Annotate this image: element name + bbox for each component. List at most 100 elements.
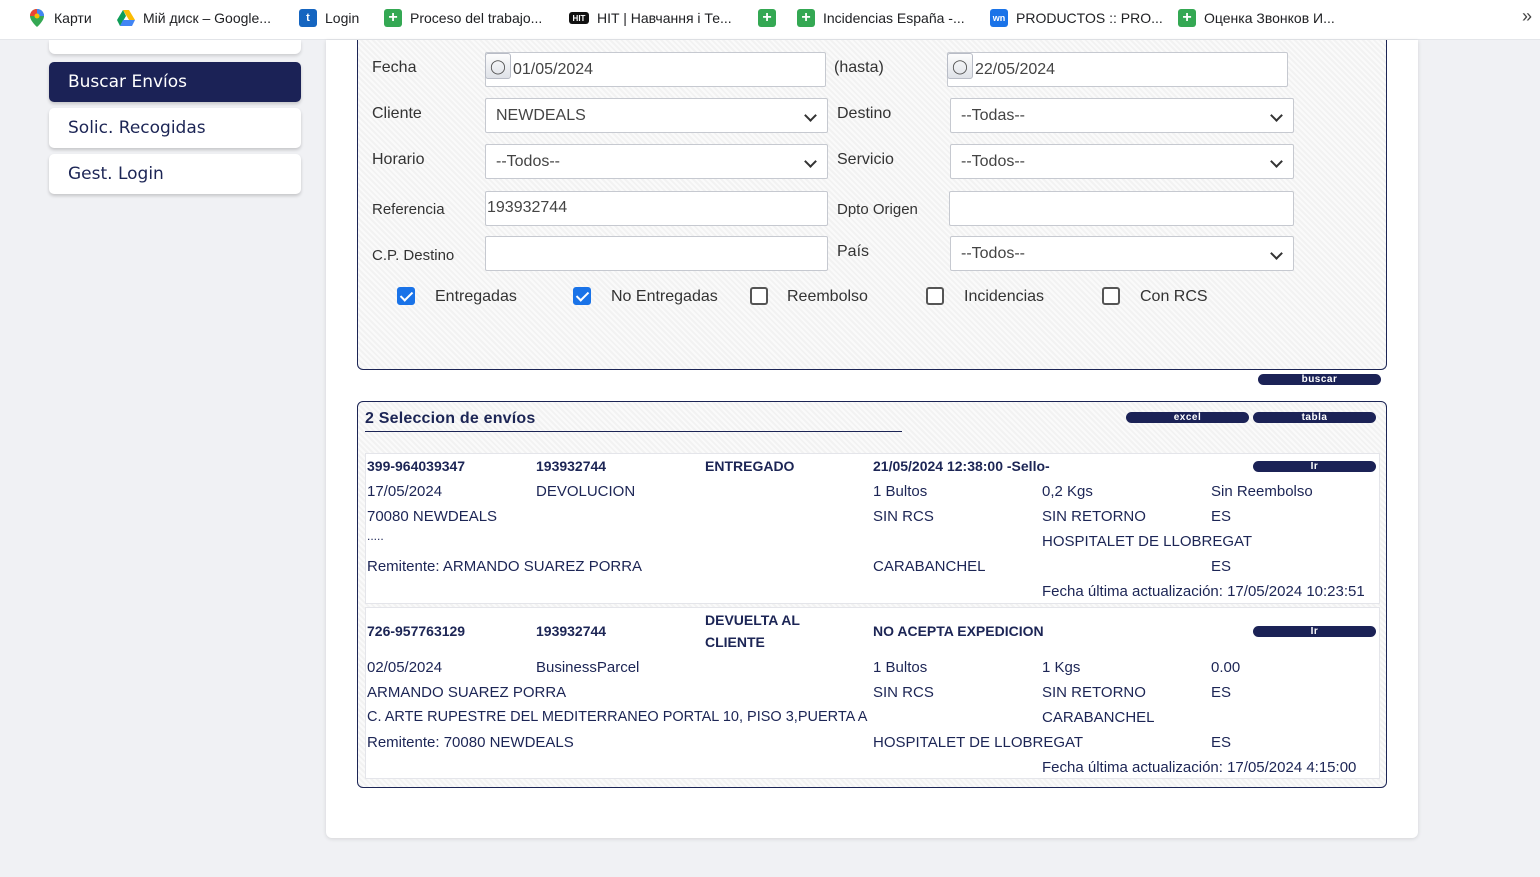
referencia-input[interactable]: 193932744	[485, 191, 828, 226]
bookmark-label: Оценка Звонков И...	[1204, 10, 1335, 26]
bookmark-label: HIT | Навчання і Те...	[597, 10, 732, 26]
fecha-to-input[interactable]: 22/05/2024	[947, 52, 1288, 87]
tabla-button[interactable]: tabla	[1253, 412, 1376, 423]
pais-value: --Todos--	[961, 244, 1026, 262]
shipment-reembolso: 0.00	[1211, 659, 1241, 676]
bookmark-proceso[interactable]: + Proceso del trabajo...	[384, 0, 542, 36]
sheets-plus-icon: +	[797, 9, 815, 27]
bookmark-login[interactable]: t Login	[299, 0, 359, 36]
shipment-referencia: 193932744	[536, 623, 607, 639]
shipment-detalle: 21/05/2024 12:38:00 -Sello-	[873, 458, 1050, 474]
shipment-estado: ENTREGADO	[705, 458, 795, 474]
bookmark-label: PRODUCTOS :: PRO...	[1016, 10, 1163, 26]
shipment-kgs: 0,2 Kgs	[1042, 483, 1093, 500]
shipment-poblacion-rem: CARABANCHEL	[873, 558, 986, 575]
entregadas-checkbox[interactable]	[397, 287, 415, 305]
shipment-retorno: SIN RETORNO	[1042, 684, 1146, 701]
bookmark-hit[interactable]: HIT HIT | Навчання і Те...	[569, 0, 732, 36]
cliente-select[interactable]: NEWDEALS	[485, 98, 828, 133]
results-title-divider	[365, 431, 902, 432]
bookmark-sheet[interactable]: +	[758, 0, 784, 36]
shipment-servicio: BusinessParcel	[536, 659, 640, 676]
sidebar-item-solic-recogidas[interactable]: Solic. Recogidas	[49, 108, 301, 148]
shipment-rcs: SIN RCS	[873, 684, 934, 701]
con-rcs-label: Con RCS	[1140, 288, 1208, 305]
reembolso-label: Reembolso	[787, 288, 868, 305]
cp-destino-input[interactable]	[485, 236, 828, 271]
shipment-poblacion-dest: CARABANCHEL	[1042, 709, 1155, 726]
bookmark-maps[interactable]: Карти	[28, 0, 92, 36]
cliente-label: Cliente	[372, 105, 422, 122]
shipment-actualizacion: Fecha última actualización: 17/05/2024 4…	[1042, 759, 1357, 776]
shipment-card	[365, 453, 1380, 604]
horario-select[interactable]: --Todos--	[485, 144, 828, 179]
excel-label: excel	[1173, 411, 1202, 423]
sidebar-item-previous[interactable]	[49, 40, 301, 54]
pais-select[interactable]: --Todos--	[950, 236, 1294, 271]
bookmark-incidencias[interactable]: + Incidencias España -...	[797, 0, 965, 36]
shipment-poblacion-dest: HOSPITALET DE LLOBREGAT	[1042, 533, 1253, 550]
sheets-plus-icon: +	[384, 9, 402, 27]
destino-label: Destino	[837, 105, 892, 122]
referencia-label: Referencia	[372, 201, 445, 218]
servicio-value: --Todos--	[961, 152, 1026, 170]
calendar-from-icon[interactable]: ◯	[485, 53, 511, 79]
fecha-label: Fecha	[372, 59, 417, 76]
sidebar-item-buscar-envios[interactable]: Buscar Envíos	[49, 62, 301, 102]
buscar-button[interactable]: buscar	[1258, 374, 1381, 385]
servicio-select[interactable]: --Todos--	[950, 144, 1294, 179]
shipment-destinatario: ARMANDO SUAREZ PORRA	[367, 684, 567, 701]
calendar-to-icon[interactable]: ◯	[947, 53, 973, 79]
con-rcs-checkbox[interactable]	[1102, 287, 1120, 305]
shipment-direccion: C. ARTE RUPESTRE DEL MEDITERRANEO PORTAL…	[367, 709, 868, 725]
google-drive-icon	[117, 9, 135, 27]
shipment-actualizacion: Fecha última actualización: 17/05/2024 1…	[1042, 583, 1365, 600]
fecha-from-input[interactable]: 01/05/2024	[485, 52, 826, 87]
excel-button[interactable]: excel	[1126, 412, 1249, 423]
shipment-fecha: 02/05/2024	[367, 659, 443, 676]
horario-value: --Todos--	[496, 152, 561, 170]
login-app-icon: t	[299, 9, 317, 27]
shipment-destinatario: 70080 NEWDEALS	[367, 508, 498, 525]
bookmark-label: Proceso del trabajo...	[410, 10, 543, 26]
pais-label: País	[837, 243, 870, 260]
no-entregadas-label: No Entregadas	[611, 288, 718, 305]
shipment-retorno: SIN RETORNO	[1042, 508, 1146, 525]
dpto-origen-label: Dpto Origen	[837, 201, 918, 218]
sidebar-item-label: Buscar Envíos	[68, 72, 188, 92]
bookmarks-bar: l Карти Мій диск – Google... t Login + P…	[0, 0, 1540, 40]
servicio-label: Servicio	[837, 151, 894, 168]
bookmark-productos[interactable]: wn PRODUCTOS :: PRO...	[990, 0, 1163, 36]
referencia-value: 193932744	[487, 199, 568, 216]
fecha-to-value: 22/05/2024	[975, 60, 1056, 78]
shipment-pais-rem: ES	[1211, 734, 1232, 751]
sheets-plus-icon: +	[758, 9, 776, 27]
sidebar-item-label: Gest. Login	[68, 164, 164, 184]
entregadas-label: Entregadas	[435, 288, 517, 305]
shipment-pais-dest: ES	[1211, 508, 1232, 525]
bookmark-otsenka[interactable]: + Оценка Звонков И...	[1178, 0, 1335, 36]
no-entregadas-checkbox[interactable]	[573, 287, 591, 305]
shipment-kgs: 1 Kgs	[1042, 659, 1081, 676]
reembolso-checkbox[interactable]	[750, 287, 768, 305]
sidebar-item-gest-login[interactable]: Gest. Login	[49, 154, 301, 194]
destino-select[interactable]: --Todas--	[950, 98, 1294, 133]
cp-destino-label: C.P. Destino	[372, 247, 455, 264]
bookmark-google-drive[interactable]: Мій диск – Google...	[117, 0, 271, 36]
dpto-origen-input[interactable]	[949, 191, 1294, 226]
maps-pin-icon	[28, 9, 46, 27]
horario-label: Horario	[372, 151, 425, 168]
ir-button[interactable]: Ir	[1253, 461, 1376, 472]
hasta-label: (hasta)	[834, 59, 884, 76]
shipment-fecha: 17/05/2024	[367, 483, 443, 500]
incidencias-checkbox[interactable]	[926, 287, 944, 305]
ir-button[interactable]: Ir	[1253, 626, 1376, 637]
ir-label: Ir	[1310, 625, 1319, 637]
shipment-bultos: 1 Bultos	[873, 659, 928, 676]
wn-logo-icon: wn	[990, 9, 1008, 27]
bookmarks-overflow-icon[interactable]: »	[1522, 6, 1532, 27]
destino-value: --Todas--	[961, 106, 1026, 124]
shipment-servicio: DEVOLUCION	[536, 483, 636, 500]
incidencias-label: Incidencias	[964, 288, 1045, 305]
shipment-pais-dest: ES	[1211, 684, 1232, 701]
